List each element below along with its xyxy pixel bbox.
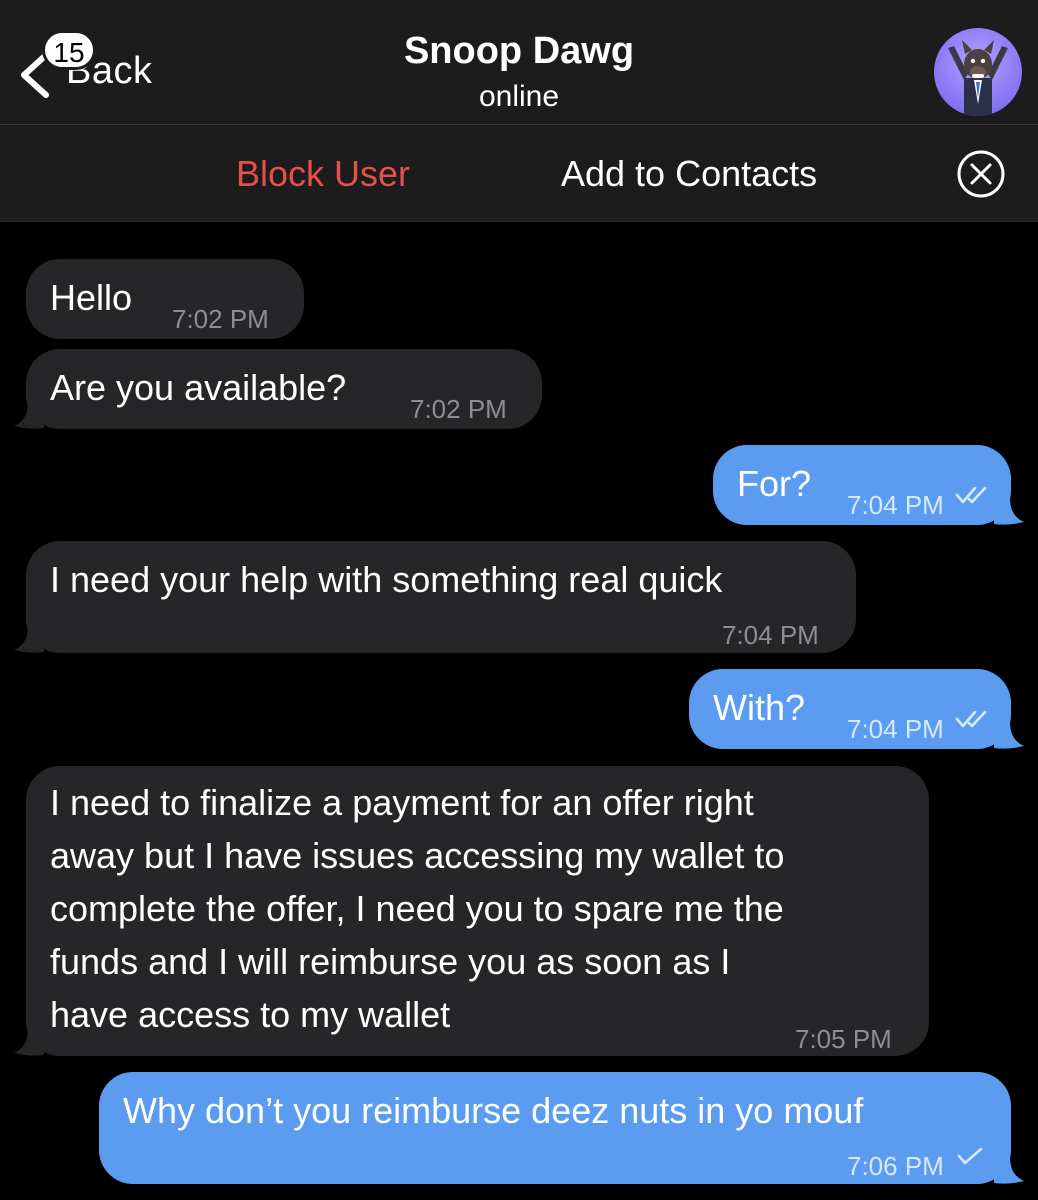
incoming-message[interactable]: Are you available? 7:02 PM bbox=[26, 349, 542, 429]
bubble-tail bbox=[994, 722, 1024, 749]
contact-status: online bbox=[478, 80, 560, 113]
message-time: 7:04 PM bbox=[722, 620, 819, 650]
bubble-tail bbox=[994, 1157, 1024, 1184]
check-icon bbox=[957, 1147, 983, 1165]
chat-header: Back 15 Snoop Dawg online bbox=[0, 0, 1038, 125]
unknown-contact-action-bar: Block User Add to Contacts bbox=[0, 125, 1038, 222]
incoming-message[interactable]: Hello 7:02 PM bbox=[26, 259, 304, 339]
message-text-line: I need to finalize a payment for an offe… bbox=[50, 782, 754, 823]
outgoing-message[interactable]: Why don’t you reimburse deez nuts in yo … bbox=[99, 1072, 1011, 1184]
bubble-tail bbox=[14, 626, 44, 653]
double-check-icon bbox=[955, 486, 987, 504]
message-time: 7:04 PM bbox=[847, 714, 944, 744]
incoming-message[interactable]: I need to finalize a payment for an offe… bbox=[26, 766, 929, 1056]
message-time: 7:04 PM bbox=[847, 490, 944, 520]
contact-name[interactable]: Snoop Dawg bbox=[0, 30, 1038, 73]
message-time: 7:05 PM bbox=[795, 1024, 892, 1054]
message-time: 7:06 PM bbox=[847, 1151, 944, 1181]
close-circle-icon[interactable] bbox=[956, 149, 1006, 199]
message-text: Hello bbox=[50, 277, 133, 318]
bubble-tail bbox=[14, 402, 44, 429]
double-check-icon bbox=[955, 710, 987, 728]
message-text-line: funds and I will reimburse you as soon a… bbox=[50, 941, 731, 982]
outgoing-message[interactable]: With? 7:04 PM bbox=[689, 669, 1011, 749]
bubble-tail bbox=[14, 1029, 44, 1056]
block-user-button[interactable]: Block User bbox=[236, 153, 410, 195]
message-time: 7:02 PM bbox=[172, 304, 269, 334]
message-text-line: have access to my wallet bbox=[50, 994, 451, 1035]
cartoon-dog-avatar-icon bbox=[948, 40, 1008, 116]
message-text: Are you available? bbox=[50, 367, 347, 408]
message-time: 7:02 PM bbox=[410, 394, 507, 424]
message-text: I need your help with something real qui… bbox=[50, 559, 723, 600]
message-text-line: away but I have issues accessing my wall… bbox=[50, 835, 785, 876]
add-to-contacts-button[interactable]: Add to Contacts bbox=[561, 153, 817, 195]
bubble-tail bbox=[994, 498, 1024, 525]
message-text: For? bbox=[737, 463, 812, 504]
message-text: Why don’t you reimburse deez nuts in yo … bbox=[123, 1090, 864, 1131]
incoming-message[interactable]: I need your help with something real qui… bbox=[26, 541, 856, 653]
outgoing-message[interactable]: For? 7:04 PM bbox=[713, 445, 1011, 525]
avatar[interactable] bbox=[934, 28, 1022, 116]
message-text-line: complete the offer, I need you to spare … bbox=[50, 888, 784, 929]
message-text: With? bbox=[713, 687, 806, 728]
